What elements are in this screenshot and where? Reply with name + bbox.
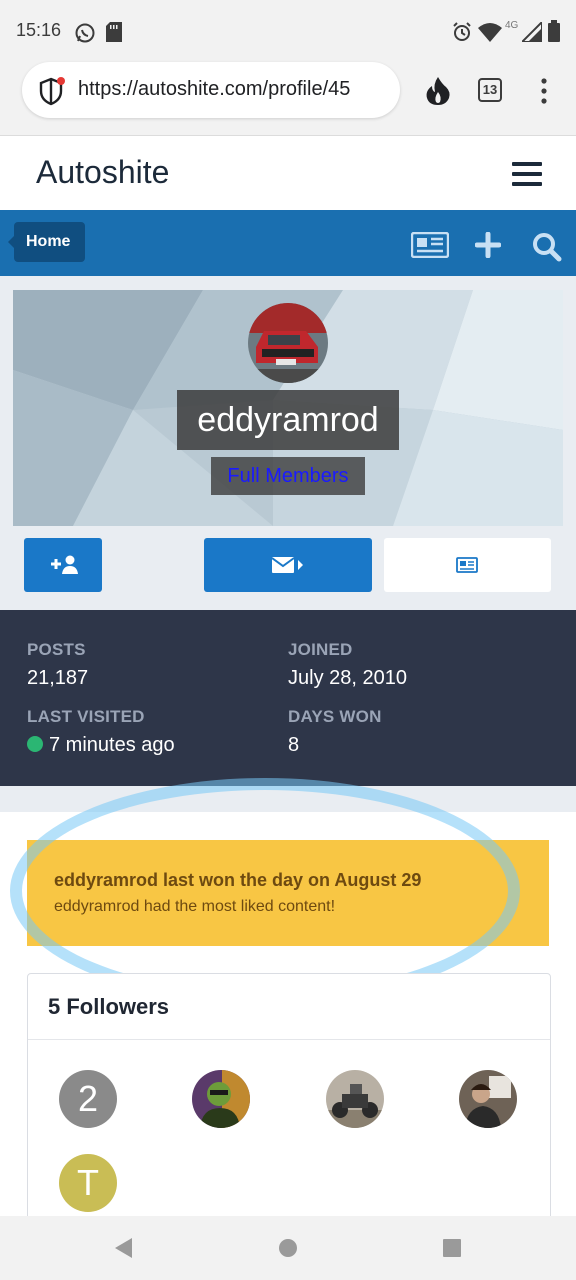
wifi-icon	[478, 23, 502, 42]
breadcrumb-home[interactable]: Home	[8, 222, 85, 262]
back-icon[interactable]	[112, 1236, 134, 1260]
add-user-icon	[51, 555, 78, 574]
home-icon[interactable]	[278, 1238, 298, 1258]
url-text[interactable]: https://autoshite.com/profile/45	[78, 78, 350, 101]
days-won-label: Days Won	[288, 707, 382, 726]
newspaper-icon	[456, 557, 478, 573]
member-group-badge[interactable]: Full Members	[211, 457, 365, 495]
search-icon[interactable]	[532, 232, 562, 262]
content-button[interactable]	[384, 538, 551, 592]
followers-title: 5 Followers	[48, 994, 170, 1019]
hamburger-menu-icon[interactable]	[512, 162, 542, 186]
overflow-menu-icon[interactable]	[540, 78, 548, 104]
last-visited-label: Last Visited	[27, 707, 145, 726]
site-logo[interactable]: Autoshite	[36, 154, 169, 191]
nav-bar: Home	[0, 210, 576, 276]
site-header: Autoshite	[0, 136, 576, 210]
message-button[interactable]	[204, 538, 372, 592]
last-visited-text: 7 minutes ago	[49, 734, 175, 756]
plus-icon[interactable]	[475, 232, 501, 258]
android-navigation-bar	[0, 1216, 576, 1280]
days-won-notice: eddyramrod last won the day on August 29…	[27, 840, 549, 946]
newspaper-icon[interactable]	[411, 232, 449, 258]
follower-avatar[interactable]: 2	[59, 1070, 117, 1128]
online-status-dot	[27, 736, 43, 752]
joined-value: July 28, 2010	[288, 667, 407, 689]
sim-card-icon	[106, 22, 122, 42]
browser-toolbar: https://autoshite.com/profile/45 13	[0, 62, 576, 136]
profile-cover: eddyramrod Full Members	[13, 290, 563, 526]
follower-avatar[interactable]	[326, 1070, 384, 1128]
clock: 15:16	[16, 20, 62, 40]
last-visited-value: 7 minutes ago	[27, 734, 175, 757]
recents-icon[interactable]	[442, 1238, 462, 1258]
posts-value: 21,187	[27, 667, 89, 689]
whatsapp-icon	[75, 23, 95, 43]
network-type: 4G	[505, 20, 519, 31]
alarm-icon	[453, 22, 471, 41]
status-bar: 15:16 4G	[0, 0, 576, 62]
follow-button[interactable]	[24, 538, 102, 592]
posts-label: Posts	[27, 640, 86, 659]
joined-label: Joined	[288, 640, 353, 659]
follower-avatar[interactable]: T	[59, 1154, 117, 1212]
followers-widget: 5 Followers 2 T	[27, 973, 551, 1233]
followers-header: 5 Followers	[28, 974, 550, 1040]
profile-stats: Posts 21,187 Joined July 28, 2010 Last V…	[0, 610, 576, 786]
battery-icon	[548, 20, 560, 42]
days-won-title: eddyramrod last won the day on August 29	[54, 870, 422, 890]
follower-avatar[interactable]	[459, 1070, 517, 1128]
follower-avatar[interactable]	[192, 1070, 250, 1128]
shield-icon[interactable]	[36, 76, 66, 106]
flame-icon[interactable]	[424, 76, 452, 106]
envelope-icon	[272, 557, 303, 573]
avatar[interactable]	[248, 303, 328, 383]
tabs-icon[interactable]: 13	[478, 78, 502, 102]
days-won-subtitle[interactable]: eddyramrod had the most liked content!	[54, 898, 335, 916]
signal-icon	[522, 22, 542, 42]
days-won-value: 8	[288, 734, 300, 756]
profile-username: eddyramrod	[177, 390, 399, 450]
address-bar[interactable]: https://autoshite.com/profile/45	[22, 62, 400, 118]
